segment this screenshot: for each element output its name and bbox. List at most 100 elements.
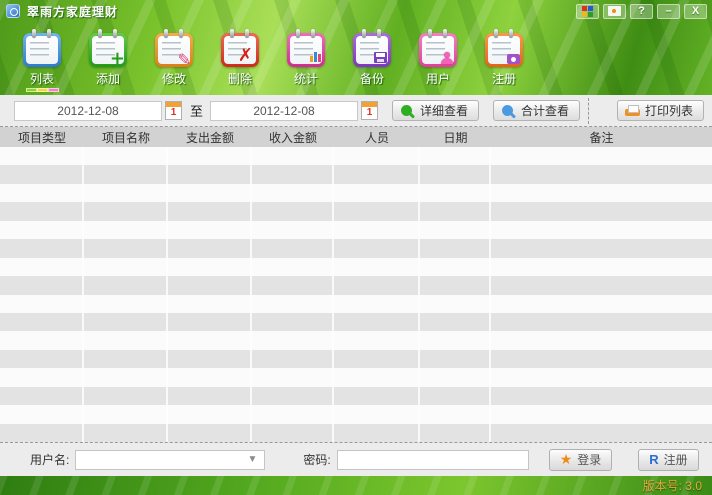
table-cell — [491, 331, 712, 349]
detail-view-button[interactable]: 详细查看 — [392, 100, 479, 121]
username-dropdown[interactable]: ▼ — [75, 450, 265, 470]
username-label: 用户名: — [30, 451, 69, 468]
table-cell — [84, 147, 168, 165]
vertical-divider — [588, 98, 589, 124]
register-label: 注册 — [664, 451, 688, 468]
date-to-input[interactable] — [210, 101, 358, 121]
table-cell — [0, 387, 84, 405]
table-cell — [334, 424, 420, 442]
window-controls: ? – X — [576, 4, 707, 19]
table-cell — [334, 147, 420, 165]
date-from-input[interactable] — [14, 101, 162, 121]
table-cell — [420, 405, 491, 423]
titlebar: 翠雨方家庭理财 ? – X — [0, 0, 712, 22]
toolbar-item-label: 列表 — [30, 70, 54, 87]
table-cell — [334, 405, 420, 423]
table-cell — [84, 276, 168, 294]
table-row[interactable] — [0, 295, 712, 313]
table-cell — [0, 239, 84, 257]
mini-window-icon — [608, 6, 621, 16]
table-row[interactable] — [0, 202, 712, 220]
table-cell — [334, 239, 420, 257]
star-icon: ★ — [560, 453, 573, 467]
table-cell — [491, 184, 712, 202]
theme-grid-icon — [582, 6, 593, 17]
table-cell — [0, 405, 84, 423]
table-cell — [0, 350, 84, 368]
toolbar-item-delete[interactable]: ✗ 删除 — [218, 28, 262, 92]
calendar-to-button[interactable]: 1 — [361, 101, 378, 120]
table-row[interactable] — [0, 221, 712, 239]
minimize-button[interactable]: – — [657, 4, 680, 19]
table-row[interactable] — [0, 387, 712, 405]
toolbar-item-add[interactable]: + 添加 — [86, 28, 130, 92]
table-row[interactable] — [0, 368, 712, 386]
table-cell — [252, 424, 334, 442]
toolbar-item-label: 用户 — [426, 70, 450, 87]
print-list-button[interactable]: 打印列表 — [617, 100, 704, 121]
toolbar-item-edit[interactable]: ✎ 修改 — [152, 28, 196, 92]
table-cell — [491, 202, 712, 220]
table-row[interactable] — [0, 313, 712, 331]
password-input[interactable] — [337, 450, 529, 470]
list-icon — [23, 33, 61, 67]
table-cell — [252, 313, 334, 331]
table-cell — [334, 350, 420, 368]
table-row[interactable] — [0, 184, 712, 202]
column-header-expense: 支出金额 — [168, 127, 252, 147]
table-row[interactable] — [0, 350, 712, 368]
register-button[interactable]: R 注册 — [638, 449, 698, 471]
table-cell — [168, 202, 252, 220]
calendar-from-button[interactable]: 1 — [165, 101, 182, 120]
detail-view-label: 详细查看 — [420, 102, 468, 119]
desktop-button[interactable] — [603, 4, 626, 19]
table-cell — [84, 331, 168, 349]
table-cell — [0, 424, 84, 442]
table-cell — [420, 295, 491, 313]
table-cell — [168, 368, 252, 386]
table-cell — [420, 239, 491, 257]
app-window: 翠雨方家庭理财 ? – X 列表 — [0, 0, 712, 495]
add-icon: + — [89, 33, 127, 67]
table-cell — [491, 405, 712, 423]
table-row[interactable] — [0, 424, 712, 442]
table-cell — [491, 239, 712, 257]
table-cell — [252, 184, 334, 202]
toolbar-item-register[interactable]: 注册 — [482, 28, 526, 92]
table-row[interactable] — [0, 147, 712, 165]
table-cell — [84, 295, 168, 313]
edit-icon: ✎ — [155, 33, 193, 67]
table-cell — [84, 368, 168, 386]
login-label: 登录 — [577, 451, 601, 468]
backup-icon — [353, 33, 391, 67]
total-view-button[interactable]: 合计查看 — [493, 100, 580, 121]
table-cell — [84, 258, 168, 276]
table-cell — [168, 350, 252, 368]
table-cell — [84, 350, 168, 368]
app-icon — [6, 4, 20, 18]
chevron-down-icon: ▼ — [247, 454, 257, 465]
table-cell — [252, 258, 334, 276]
table-cell — [84, 405, 168, 423]
toolbar-item-backup[interactable]: 备份 — [350, 28, 394, 92]
toolbar-item-list[interactable]: 列表 — [20, 28, 64, 92]
table-row[interactable] — [0, 165, 712, 183]
grass-header: 翠雨方家庭理财 ? – X 列表 — [0, 0, 712, 95]
table-row[interactable] — [0, 405, 712, 423]
table-row[interactable] — [0, 276, 712, 294]
table-cell — [420, 350, 491, 368]
table-row[interactable] — [0, 258, 712, 276]
theme-button[interactable] — [576, 4, 599, 19]
table-row[interactable] — [0, 331, 712, 349]
table-row[interactable] — [0, 239, 712, 257]
toolbar-item-stats[interactable]: 统计 — [284, 28, 328, 92]
column-header-type: 项目类型 — [0, 127, 84, 147]
column-header-name: 项目名称 — [84, 127, 168, 147]
login-button[interactable]: ★ 登录 — [549, 449, 613, 471]
help-button[interactable]: ? — [630, 4, 653, 19]
login-bar: 用户名: ▼ 密码: ★ 登录 R 注册 — [0, 442, 712, 476]
table-cell — [84, 387, 168, 405]
toolbar-item-user[interactable]: 用户 — [416, 28, 460, 92]
register-icon — [485, 33, 523, 67]
close-button[interactable]: X — [684, 4, 707, 19]
